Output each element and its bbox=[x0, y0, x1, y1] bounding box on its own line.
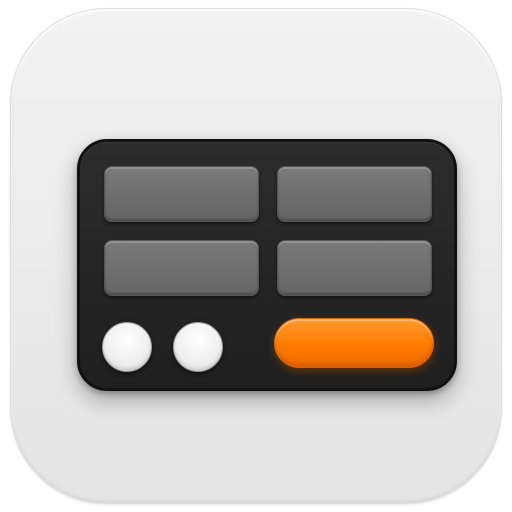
key-top-right bbox=[277, 166, 432, 222]
indicator-dot-right bbox=[173, 322, 223, 372]
key-middle-left bbox=[104, 240, 259, 296]
app-icon-background[interactable] bbox=[10, 8, 502, 504]
indicator-dot-left bbox=[102, 322, 152, 372]
key-top-left bbox=[104, 166, 259, 222]
orange-action-pill bbox=[274, 318, 434, 368]
canvas bbox=[0, 0, 512, 512]
key-middle-right bbox=[277, 240, 432, 296]
keypad-device-icon bbox=[77, 139, 457, 391]
